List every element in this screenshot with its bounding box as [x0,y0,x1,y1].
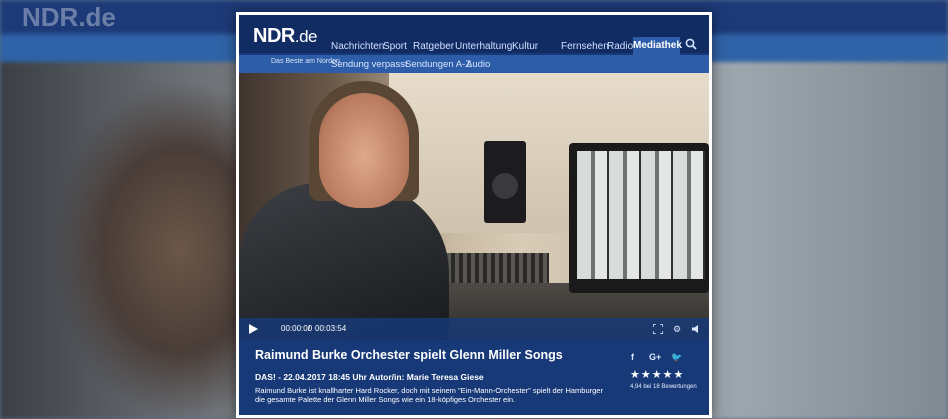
fullscreen-icon[interactable] [653,324,663,334]
sub-item-sendungen-a-z[interactable]: Sendungen A-Z [405,59,471,70]
monitor-screen [577,151,705,279]
media-lightbox: NDR.de Nachrichten Sport Ratgeber Unterh… [236,12,712,418]
video-frame[interactable] [239,73,709,340]
settings-icon[interactable]: ⚙ [673,324,681,335]
nav-item-sport[interactable]: Sport [383,41,407,52]
rating-text: 4,94 bei 18 Bewertungen [630,384,697,390]
nav-item-radio[interactable]: Radio [607,41,633,52]
logo-main: NDR [253,25,295,47]
background-logo: NDR.de [22,2,116,32]
time-separator: / [308,324,311,333]
video-title: Raimund Burke Orchester spielt Glenn Mil… [255,348,563,362]
search-icon[interactable] [685,38,697,50]
nav-item-unterhaltung[interactable]: Unterhaltung [455,41,512,52]
volume-icon[interactable] [691,324,701,334]
play-icon[interactable] [249,324,258,334]
facebook-icon[interactable]: f [631,352,634,362]
twitter-icon[interactable]: 🐦 [671,352,682,363]
nav-item-mediathek[interactable]: Mediathek [633,37,682,55]
person-face [319,93,409,208]
person-body [239,183,449,340]
top-navigation: NDR.de Nachrichten Sport Ratgeber Unterh… [239,15,709,55]
nav-item-nachrichten[interactable]: Nachrichten [331,41,384,52]
logo-suffix: .de [294,27,318,46]
google-plus-icon[interactable]: G+ [649,352,661,362]
nav-item-fernsehen[interactable]: Fernsehen [561,41,609,52]
rating-stars[interactable]: ★★★★★ [630,368,684,381]
video-description: Raimund Burke ist knallharter Hard Rocke… [255,386,603,404]
video-info-panel: Raimund Burke Orchester spielt Glenn Mil… [239,340,709,415]
nav-item-ratgeber[interactable]: Ratgeber [413,41,454,52]
nav-item-kultur[interactable]: Kultur [512,41,538,52]
player-controls: 00:00:00 / 00:03:54 ⚙ [239,318,709,340]
duration: 00:03:54 [315,324,347,333]
video-meta: DAS! - 22.04.2017 18:45 Uhr Autor/in: Ma… [255,372,484,382]
ndr-logo[interactable]: NDR.de [253,25,317,48]
tagline: Das Beste am Norden [271,58,340,65]
sub-item-sendung-verpasst[interactable]: Sendung verpasst [331,59,408,70]
sub-item-audio[interactable]: Audio [466,59,490,70]
speaker-cone [492,173,518,199]
